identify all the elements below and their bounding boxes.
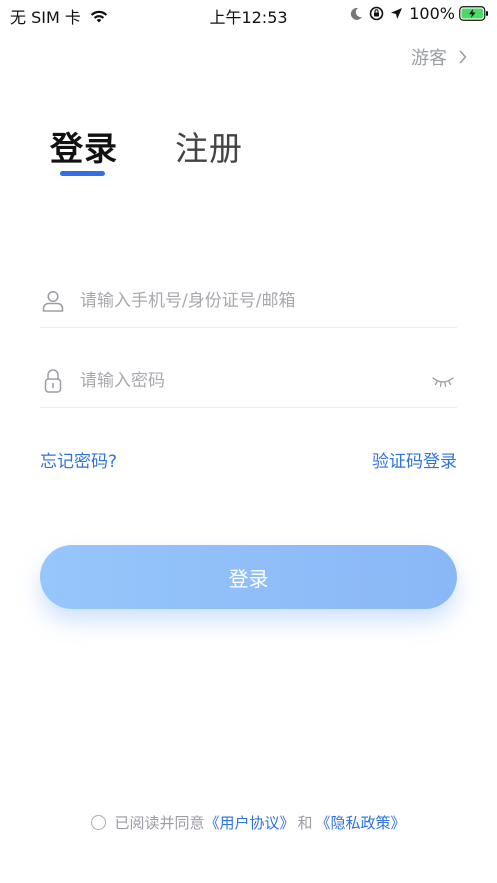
battery-percentage: 100% (409, 4, 455, 23)
active-tab-indicator (60, 171, 105, 176)
battery-charging-icon (459, 6, 489, 21)
tab-login[interactable]: 登录 (50, 122, 118, 170)
orientation-lock-icon (369, 6, 384, 21)
account-input[interactable] (80, 281, 457, 321)
chevron-right-icon (459, 50, 467, 64)
privacy-policy-link[interactable]: 《隐私政策》 (316, 812, 406, 833)
location-arrow-icon (390, 7, 403, 20)
agreement-row: 已阅读并同意 《用户协议》 和 《隐私政策》 (0, 812, 497, 833)
eye-closed-icon[interactable] (431, 374, 455, 388)
guest-label: 游客 (411, 48, 447, 69)
agreement-prefix: 已阅读并同意 (114, 814, 205, 832)
agreement-and: 和 (297, 814, 313, 832)
status-bar: 无 SIM 卡 上午12:53 100% (0, 0, 497, 30)
tab-register[interactable]: 注册 (175, 122, 243, 170)
guest-link[interactable]: 游客 (411, 44, 467, 70)
login-button[interactable]: 登录 (40, 545, 457, 609)
password-field (40, 355, 457, 408)
agreement-checkbox[interactable] (91, 815, 107, 830)
user-icon (40, 289, 66, 313)
user-agreement-link[interactable]: 《用户协议》 (204, 812, 294, 833)
moon-icon (349, 7, 363, 21)
status-icons: 100% (349, 4, 489, 23)
password-input[interactable] (80, 361, 431, 401)
code-login-link[interactable]: 验证码登录 (372, 447, 457, 472)
account-field (40, 275, 457, 328)
lock-icon (40, 368, 66, 394)
forgot-password-link[interactable]: 忘记密码? (40, 447, 117, 472)
